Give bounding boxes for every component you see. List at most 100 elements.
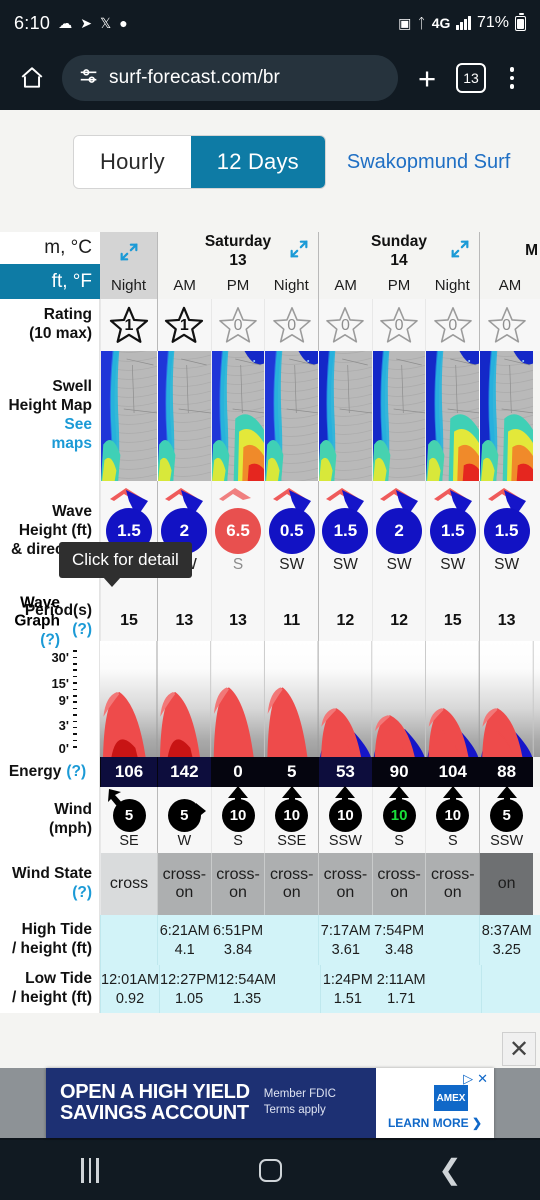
swell-map-cells <box>100 351 540 481</box>
tab-12-days[interactable]: 12 Days <box>190 136 325 188</box>
period-value: 11 <box>283 612 301 629</box>
rating-row: Rating (10 max) 11000000 <box>0 299 540 351</box>
high-tide-height: 4.1 <box>174 941 195 958</box>
wind-state-cell: cross-on <box>157 853 211 915</box>
day-name: Saturday <box>204 233 272 251</box>
low-tide-slot: 12:27PM 1.05 <box>160 965 218 1013</box>
expand-icon[interactable] <box>449 238 471 265</box>
kebab-menu-icon[interactable] <box>496 59 528 97</box>
low-tide-time: 12:54AM <box>218 971 277 988</box>
expand-icon[interactable] <box>288 238 310 265</box>
wind-state-help-icon[interactable]: (?) <box>72 884 92 903</box>
browser-toolbar: surf-forecast.com/br + 13 <box>0 46 540 110</box>
axis-tick-label: 30' <box>51 650 69 666</box>
swell-map-cell[interactable] <box>318 351 372 481</box>
wind-cell: 10 S <box>425 786 479 853</box>
star-icon: 1 <box>107 304 151 346</box>
rating-cell: 1 <box>100 299 157 351</box>
swell-map-cell[interactable] <box>479 351 534 481</box>
view-tabs: Hourly 12 Days Swakopmund Surf <box>0 110 540 188</box>
energy-row: Energy (?) 106 142 0 5 53 90 104 88 <box>0 757 540 787</box>
energy-cells: 106 142 0 5 53 90 104 88 <box>100 757 540 787</box>
wind-cell: 5 SE <box>100 787 157 853</box>
rating-cells: 11000000 <box>100 299 540 351</box>
wave-height-cell: 2SW <box>157 481 211 601</box>
high-tide-label-1: High Tide <box>21 921 92 939</box>
see-maps-link-2[interactable]: maps <box>52 435 93 454</box>
wave-direction: SW <box>494 556 520 573</box>
swell-map-cell[interactable] <box>157 351 211 481</box>
energy-help-icon[interactable]: (?) <box>66 763 86 782</box>
wind-direction-label: SSW <box>490 832 524 849</box>
swell-map-cell[interactable] <box>100 351 157 481</box>
wind-state-label-text: Wind State <box>12 865 92 883</box>
expand-icon[interactable] <box>100 232 157 271</box>
home-icon[interactable] <box>235 1149 305 1191</box>
high-tide-height: 3.84 <box>223 941 253 958</box>
day-header-leading-night: Night <box>100 232 157 299</box>
day-slots: AM PM Night <box>319 271 479 299</box>
ad-close-icon[interactable]: ✕ <box>477 1071 488 1087</box>
table-header-row: m, °C ft, °F Night Saturday 13 AM PM Nig… <box>0 232 540 299</box>
wind-state-cell: cross-on <box>371 853 426 915</box>
wind-state-label: Wind State (?) <box>0 853 100 915</box>
site-settings-icon[interactable] <box>78 65 100 92</box>
low-tide-slot: 1:24PM 1.51 <box>321 965 374 1013</box>
slot-night: Night <box>273 276 309 294</box>
battery-percent: 71% <box>476 14 509 31</box>
high-tide-slot <box>426 915 479 965</box>
swell-map-label-1: Swell <box>52 378 92 396</box>
swell-map-cell[interactable] <box>264 351 319 481</box>
recent-apps-icon[interactable] <box>55 1149 125 1191</box>
see-maps-link-1[interactable]: See <box>64 416 92 435</box>
day-header-monday: M AM <box>479 232 540 299</box>
ad-fineprint: Member FDIC Terms apply <box>264 1087 336 1118</box>
day-name-block: Sunday 14 <box>319 232 479 271</box>
low-tide-slot <box>482 965 535 1013</box>
wind-state-cell: cross-on <box>210 853 265 915</box>
wind-label-2: (mph) <box>48 820 92 837</box>
home-icon[interactable] <box>12 58 52 98</box>
wave-height-cell: 1.5 SW <box>479 481 533 601</box>
rating-cell: 0 <box>371 299 426 351</box>
swell-map-cell[interactable] <box>425 351 480 481</box>
slot-pm: PM <box>387 276 411 294</box>
day-slots: AM <box>480 271 540 299</box>
period-value: 12 <box>390 612 408 629</box>
period-row: Period(s) (?) 15 13 13 11 12 12 15 13 <box>0 601 540 641</box>
address-bar[interactable]: surf-forecast.com/br <box>62 55 398 101</box>
wind-state-cell: on <box>479 853 534 915</box>
low-tide-row: Low Tide / height (ft) 12:01AM 0.92 12:27P… <box>0 965 540 1013</box>
back-icon[interactable]: ❮ <box>415 1149 485 1191</box>
axis-tick-label: 3' <box>58 717 69 733</box>
forecast-table: m, °C ft, °F Night Saturday 13 AM PM Nig… <box>0 232 540 1013</box>
wind-cell: 5 SSW <box>479 786 533 853</box>
arrow-icon: ➤ <box>80 15 92 31</box>
low-tide-slot <box>428 965 481 1013</box>
ad-side[interactable]: ▷ ✕ AMEX LEARN MORE ❯ <box>376 1068 494 1138</box>
period-help-icon[interactable]: (?) <box>72 621 92 640</box>
low-tide-time: 12:27PM <box>160 971 219 988</box>
slot-am: AM <box>334 276 357 294</box>
ad-main[interactable]: OPEN A HIGH YIELD SAVINGS ACCOUNT Member… <box>46 1068 376 1138</box>
swell-map-cell[interactable] <box>210 351 265 481</box>
unit-metric[interactable]: m, °C <box>0 232 100 264</box>
high-tide-time: 7:54PM <box>374 922 425 939</box>
swell-map-row: Swell Height Map See maps <box>0 351 540 481</box>
ad-banner[interactable]: OPEN A HIGH YIELD SAVINGS ACCOUNT Member… <box>46 1068 494 1138</box>
tab-hourly[interactable]: Hourly <box>74 136 191 188</box>
energy-cell: 104 <box>425 757 480 787</box>
swell-map-cell[interactable] <box>371 351 426 481</box>
wind-label-1: Wind <box>54 801 92 819</box>
high-tide-group: 6:21AM 4.1 6:51PM 3.84 <box>157 915 318 965</box>
spot-link[interactable]: Swakopmund Surf <box>347 151 510 174</box>
low-tide-time: 12:01AM <box>101 971 160 988</box>
low-tide-cells: 12:01AM 0.92 12:27PM 1.05 12:54AM 1.35 1:24PM 1… <box>100 965 540 1013</box>
screen: 6:10 ☁ ➤ 𝕏 ● ▣ ᛏ 4G 71% surf-forecast.co… <box>0 0 540 1200</box>
unit-imperial[interactable]: ft, °F <box>0 264 100 299</box>
ad-cta[interactable]: LEARN MORE ❯ <box>388 1116 482 1130</box>
high-tide-slot <box>101 915 157 965</box>
plus-icon[interactable]: + <box>408 59 446 97</box>
tab-counter[interactable]: 13 <box>456 63 486 93</box>
close-icon[interactable]: ✕ <box>502 1032 536 1066</box>
